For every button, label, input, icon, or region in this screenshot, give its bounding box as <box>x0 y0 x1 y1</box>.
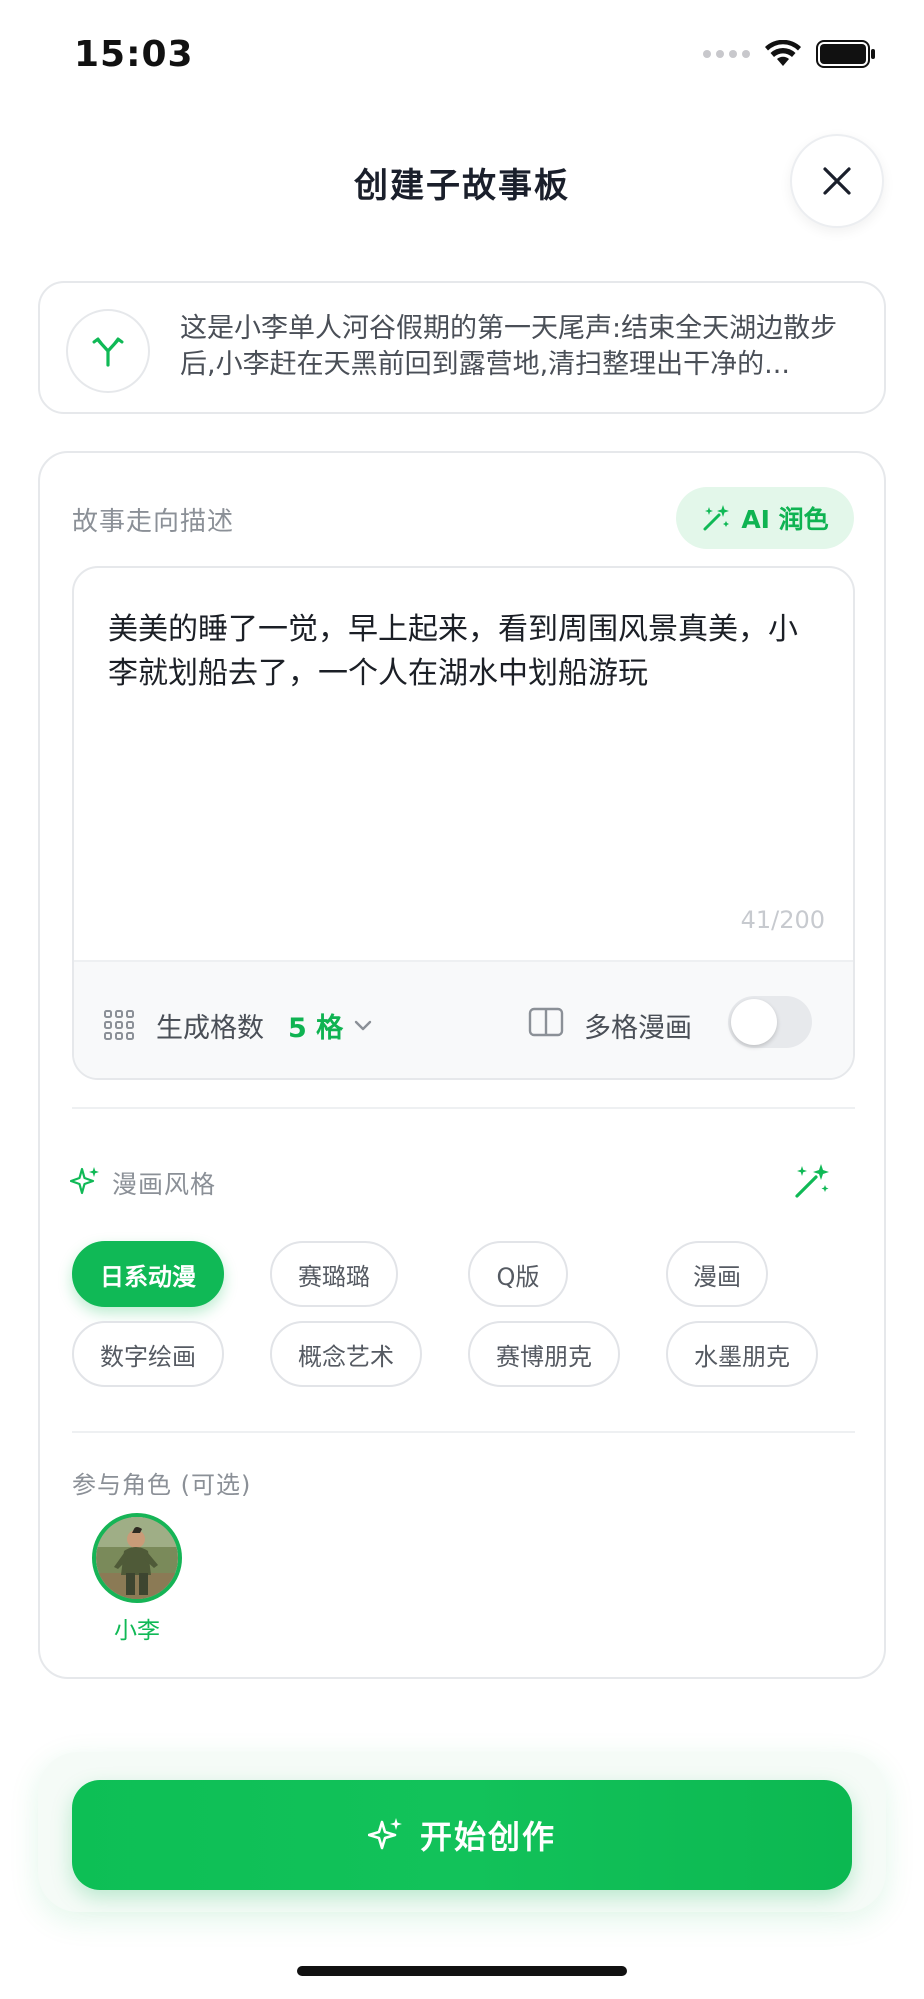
style-magic-wand-icon[interactable] <box>792 1161 832 1201</box>
home-indicator <box>297 1966 627 1976</box>
multi-panel-toggle[interactable] <box>728 996 812 1048</box>
status-time: 15:03 <box>74 34 194 75</box>
toggle-knob <box>731 999 777 1045</box>
split-panel-icon <box>528 1007 564 1037</box>
style-chip-ink-punk[interactable]: 水墨朋克 <box>666 1321 818 1387</box>
character-count: 41/200 <box>740 906 825 934</box>
style-chip-cyberpunk[interactable]: 赛博朋克 <box>468 1321 620 1387</box>
close-icon <box>823 167 851 195</box>
divider <box>72 1431 855 1433</box>
parent-story-summary-card[interactable]: 这是小李单人河谷假期的第一天尾声:结束全天湖边散步后,小李赶在天黑前回到露营地,… <box>38 281 886 414</box>
grid-count-label: 生成格数 <box>156 1013 264 1044</box>
branch-icon-wrapper <box>66 309 150 393</box>
sparkle-icon <box>367 1818 402 1850</box>
cellular-signal-icon <box>703 50 750 58</box>
start-creating-button[interactable]: 开始创作 <box>72 1780 852 1890</box>
ai-polish-button[interactable]: AI 润色 <box>676 487 854 549</box>
close-button[interactable] <box>790 134 884 228</box>
start-creating-label: 开始创作 <box>419 1818 556 1856</box>
battery-icon <box>816 40 875 68</box>
multi-panel-label: 多格漫画 <box>584 1013 692 1044</box>
character-avatar[interactable] <box>92 1513 182 1603</box>
page-title: 创建子故事板 <box>354 166 570 206</box>
grid-count-select[interactable]: 5 格 <box>288 1006 373 1045</box>
style-chip-comic[interactable]: 漫画 <box>666 1241 768 1307</box>
status-icons <box>703 40 876 68</box>
style-chip-concept-art[interactable]: 概念艺术 <box>270 1321 422 1387</box>
sparkle-icon <box>70 1167 99 1195</box>
divider <box>72 1107 855 1109</box>
characters-label: 参与角色 (可选) <box>72 1471 252 1499</box>
wifi-icon <box>765 40 801 66</box>
character-photo <box>96 1517 178 1599</box>
story-description-text[interactable]: 美美的睡了一觉，早上起来，看到周围风景真美，小李就划船去了，一个人在湖水中划船游… <box>108 608 818 696</box>
generation-options-bar: 生成格数 5 格 多格漫画 <box>74 960 853 1078</box>
chevron-down-icon <box>354 1020 372 1030</box>
style-chip-digital-painting[interactable]: 数字绘画 <box>72 1321 224 1387</box>
style-chip-cel-shading[interactable]: 赛璐璐 <box>270 1241 398 1307</box>
story-description-textarea[interactable]: 美美的睡了一觉，早上起来，看到周围风景真美，小李就划船去了，一个人在湖水中划船游… <box>72 566 855 1080</box>
style-chip-japanese-anime[interactable]: 日系动漫 <box>72 1241 224 1307</box>
storyboard-form-card: 故事走向描述 AI 润色 美美的睡了一觉，早上起来，看到周围风景真美，小李就划船… <box>38 451 886 1679</box>
comic-style-label: 漫画风格 <box>112 1170 217 1199</box>
grid-count-value: 5 格 <box>288 1013 344 1044</box>
magic-wand-icon <box>703 505 730 531</box>
grid-icon <box>104 1010 134 1040</box>
branch-icon <box>92 337 124 367</box>
character-name: 小李 <box>114 1618 160 1644</box>
style-chip-chibi[interactable]: Q版 <box>468 1241 568 1307</box>
story-direction-label: 故事走向描述 <box>72 507 235 537</box>
summary-text: 这是小李单人河谷假期的第一天尾声:结束全天湖边散步后,小李赶在天黑前回到露营地,… <box>180 313 838 380</box>
ai-polish-label: AI 润色 <box>741 505 829 534</box>
